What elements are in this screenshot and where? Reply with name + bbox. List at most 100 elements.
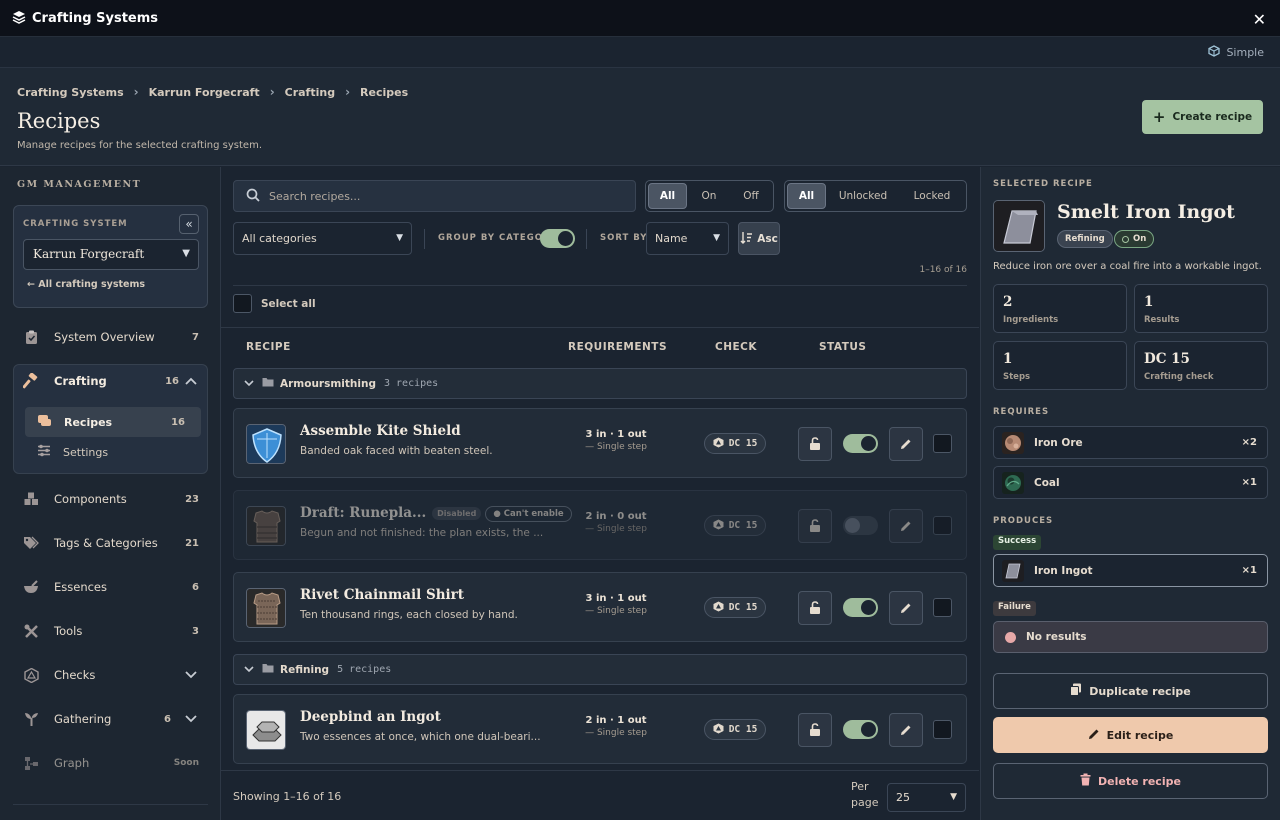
category-group-header[interactable]: Refining 5 recipes [233,654,967,685]
sidebar-item-label: Graph [54,756,90,770]
simple-mode-toggle[interactable]: Simple [1208,45,1264,60]
sidebar-item-label: Checks [54,668,96,682]
no-results-box: No results [993,621,1268,653]
check-value: DC 15 [728,520,758,531]
unlock-button[interactable] [798,509,832,543]
delete-recipe-button[interactable]: Delete recipe [993,763,1268,799]
search-input[interactable]: Search recipes... [233,180,636,212]
category-value: All categories [242,232,317,245]
check-badge: DC 15 [704,597,766,618]
enable-toggle[interactable] [843,434,878,453]
selected-recipe-description: Reduce iron ore over a coal fire into a … [993,261,1262,272]
close-button[interactable]: ✕ [1253,10,1266,29]
category-select[interactable]: All categories ▼ [233,222,412,255]
sidebar-item-tags-categories[interactable]: Tags & Categories 21 [0,525,221,561]
unlock-icon [809,517,821,536]
per-page-label: Per page [851,779,878,811]
enable-toggle[interactable] [843,516,878,535]
unlock-icon [809,599,821,618]
edit-button[interactable] [889,509,923,543]
all-crafting-systems-link[interactable]: ← All crafting systems [27,279,145,290]
enable-toggle[interactable] [843,720,878,739]
category-pill: Refining [1057,230,1113,248]
sidebar-item-essences[interactable]: Essences 6 [0,569,221,605]
stat-label: Crafting check [1144,372,1214,382]
row-checkbox[interactable] [933,434,952,453]
chevron-right-icon: › [269,85,275,99]
sidebar-item-checks[interactable]: Checks [0,657,221,693]
create-recipe-button[interactable]: + Create recipe [1142,100,1263,134]
enable-toggle[interactable] [843,598,878,617]
sidebar-item-gathering[interactable]: Gathering 6 [0,701,221,737]
requirements-io: 2 in · 0 out [585,511,647,522]
crafting-system-select[interactable]: Karrun Forgecraft ▼ [23,239,199,270]
check-value: DC 15 [728,438,758,449]
breadcrumb-item[interactable]: Karrun Forgecraft [149,86,260,99]
unlock-button[interactable] [798,591,832,625]
chevron-down-icon [244,378,254,390]
row-checkbox[interactable] [933,516,952,535]
sidebar-item-components[interactable]: Components 23 [0,481,221,517]
row-checkbox[interactable] [933,598,952,617]
state-filter-off[interactable]: Off [731,183,771,209]
column-header-status: STATUS [819,341,867,353]
table-row[interactable]: Assemble Kite Shield Banded oak faced wi… [233,408,967,478]
steps-label: Single step [596,728,647,738]
table-row[interactable]: Deepbind an Ingot Two essences at once, … [233,694,967,764]
breadcrumb-item[interactable]: Crafting [285,86,335,99]
recipe-name: Rivet Chainmail Shirt [300,587,464,603]
stat-card: 1 Steps [993,341,1127,390]
edit-button[interactable] [889,427,923,461]
unlock-button[interactable] [798,713,832,747]
sidebar-item-count: 16 [165,375,179,387]
state-pill-label: On [1133,234,1147,244]
requirements-io: 2 in · 1 out [585,715,647,726]
result-range: 1–16 of 16 [919,265,967,275]
sidebar-subitem-settings[interactable]: Settings [25,437,201,467]
sidebar-item-label: Crafting [54,374,107,388]
lock-filter-unlocked[interactable]: Unlocked [828,183,898,209]
lock-filter-locked[interactable]: Locked [900,183,964,209]
collapse-sidebar-button[interactable]: « [179,214,199,234]
select-all[interactable]: Select all [233,294,316,313]
check-value: DC 15 [728,602,758,613]
state-pill: On [1114,230,1155,248]
mode-label: Simple [1226,46,1264,59]
sidebar-item-crafting[interactable]: Crafting 16 [0,363,221,399]
row-checkbox[interactable] [933,720,952,739]
sidebar-item-system-overview[interactable]: System Overview 7 [0,319,221,355]
duplicate-recipe-button[interactable]: Duplicate recipe [993,673,1268,709]
sidebar-subitem-recipes[interactable]: Recipes 16 [25,407,201,437]
table-row[interactable]: Draft: Runepla... Disabled ● Can't enable … [233,490,967,560]
recipe-requirements: 2 in · 1 out — Single step [564,715,668,738]
sliders-icon [37,444,51,460]
stat-value: 2 [1003,294,1013,310]
unlock-button[interactable] [798,427,832,461]
state-filter-on[interactable]: On [689,183,729,209]
breadcrumb-item[interactable]: Recipes [360,86,408,99]
edit-button[interactable] [889,713,923,747]
sort-order-button[interactable]: Asc [738,222,780,255]
tags-icon [23,535,39,551]
breadcrumb-item[interactable]: Crafting Systems [17,86,124,99]
table-row[interactable]: Rivet Chainmail Shirt Ten thousand rings… [233,572,967,642]
per-page-select[interactable]: 25 ▼ [887,783,966,812]
category-group-header[interactable]: Armoursmithing 3 recipes [233,368,967,399]
result-row[interactable]: Iron Ingot ×1 [993,554,1268,587]
sidebar-subitem-label: Recipes [64,415,113,429]
select-all-checkbox[interactable] [233,294,252,313]
stat-label: Steps [1003,372,1031,382]
column-header-check: CHECK [715,341,758,353]
ingredient-row[interactable]: Iron Ore ×2 [993,426,1268,459]
lock-filter-all[interactable]: All [787,183,826,209]
failure-tag: Failure [993,601,1036,616]
sidebar-item-tools[interactable]: Tools 3 [0,613,221,649]
group-by-category-toggle[interactable] [540,229,575,248]
unlock-icon [809,721,821,740]
page-subtitle: Manage recipes for the selected crafting… [17,140,262,151]
sort-select[interactable]: Name ▼ [646,222,729,255]
edit-button[interactable] [889,591,923,625]
state-filter-all[interactable]: All [648,183,687,209]
edit-recipe-button[interactable]: Edit recipe [993,717,1268,753]
ingredient-row[interactable]: Coal ×1 [993,466,1268,499]
